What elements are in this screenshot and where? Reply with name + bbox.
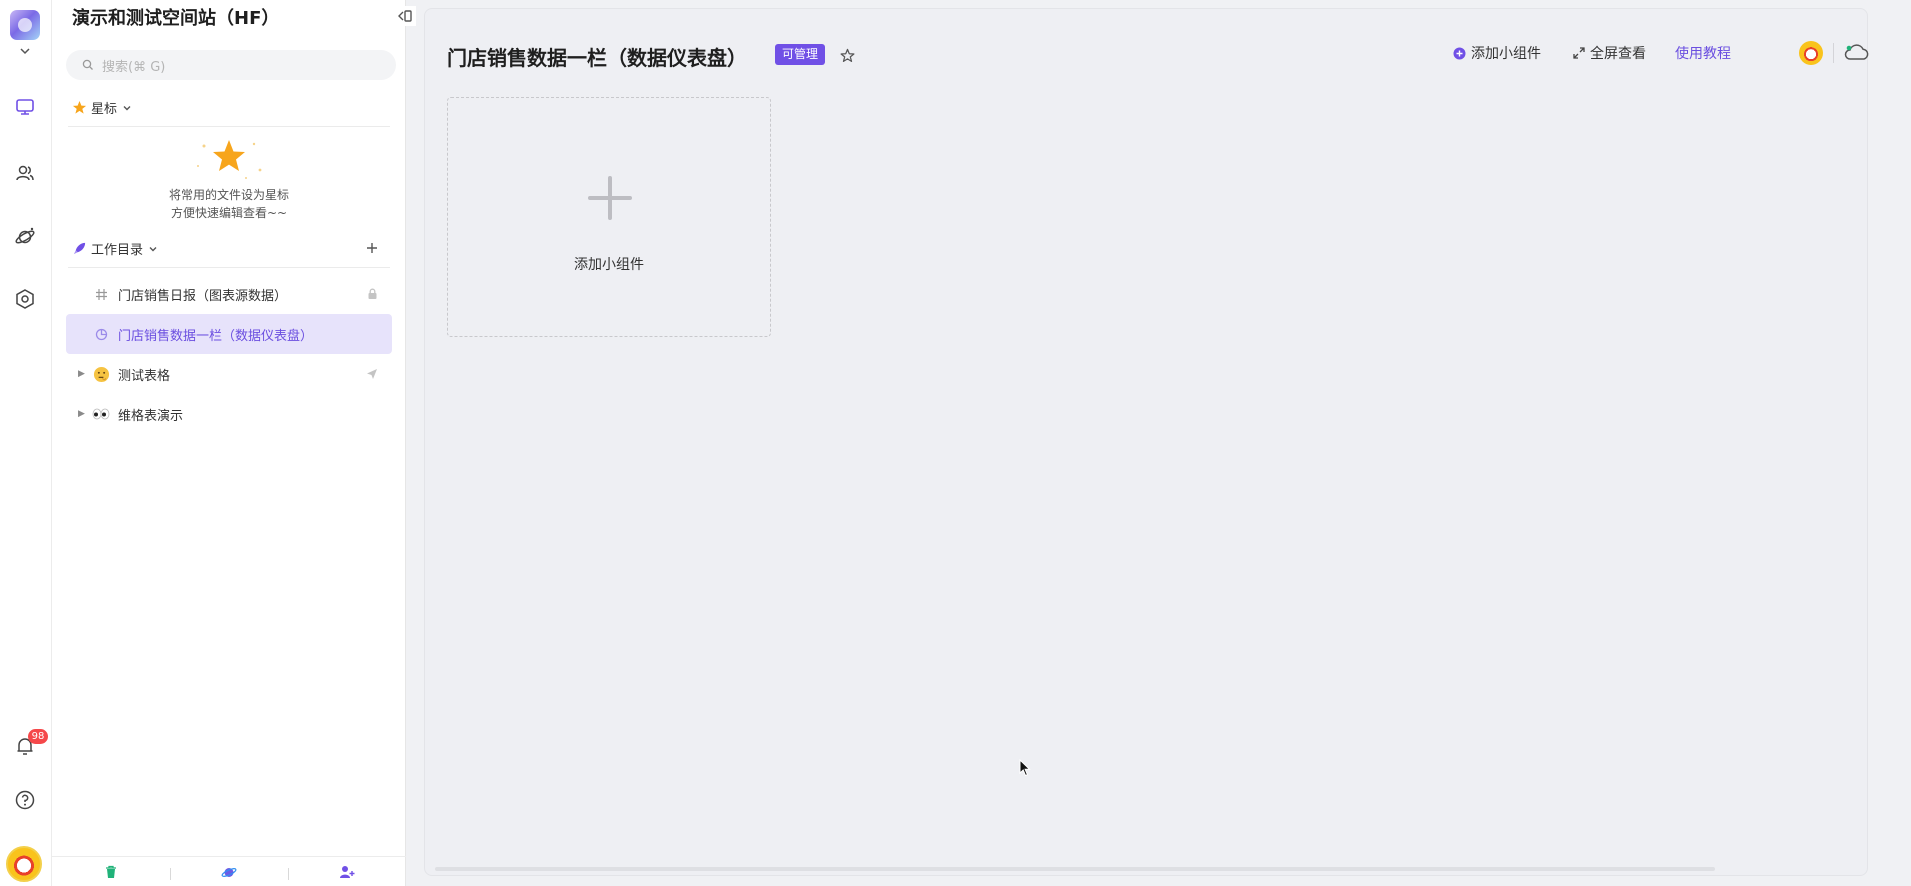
add-widget-placeholder-label: 添加小组件 — [574, 257, 644, 273]
star-filled-icon — [72, 100, 87, 114]
chevron-down-icon — [149, 246, 157, 251]
add-widget-placeholder[interactable]: 添加小组件 — [447, 97, 771, 337]
dashboard-icon — [95, 328, 107, 340]
members-icon[interactable] — [12, 160, 38, 186]
datasheet-grid-icon — [95, 288, 107, 300]
starred-label: 星标 — [91, 102, 118, 117]
tree-item-label: 门店销售日报（图表源数据） — [118, 288, 288, 304]
help-icon[interactable] — [12, 787, 38, 813]
space-title[interactable]: 演示和测试空间站（HF） — [72, 4, 279, 30]
star-illustration-icon — [197, 140, 262, 179]
trash-icon — [106, 865, 116, 878]
workbench-icon[interactable] — [12, 94, 38, 120]
plus-icon — [367, 243, 377, 253]
add-widget-button[interactable]: 添加小组件 — [1453, 42, 1541, 64]
collapse-sidebar-icon[interactable] — [394, 6, 416, 26]
divider — [68, 267, 390, 268]
starred-empty-state: 将常用的文件设为星标 方便快速编辑查看~~ — [52, 136, 406, 222]
fullscreen-button[interactable]: 全屏查看 — [1573, 42, 1646, 64]
search-input[interactable]: 搜索(⌘ G) — [66, 50, 396, 80]
lock-icon — [368, 288, 376, 299]
catalog-section-header[interactable]: 工作目录 — [72, 239, 159, 258]
divider — [68, 126, 390, 127]
settings-hexagon-icon[interactable] — [12, 286, 38, 312]
cloud-sync-icon[interactable] — [1843, 40, 1871, 64]
tree-item-label: 门店销售数据一栏（数据仪表盘） — [118, 328, 314, 344]
explore-planet-icon[interactable] — [12, 223, 38, 249]
star-toggle-button[interactable] — [837, 45, 857, 65]
tree-item-vika-demo[interactable]: ▶ 维格表演示 — [66, 394, 392, 434]
sidebar-bottom-bar — [52, 856, 406, 886]
planet-icon — [221, 867, 237, 877]
dashboard-main: 门店销售数据一栏（数据仪表盘） 可管理 添加小组件 全屏查看 使用教程 添加小组… — [424, 8, 1871, 876]
search-placeholder: 搜索(⌘ G) — [102, 59, 166, 75]
tree-item-label: 测试表格 — [118, 368, 171, 384]
starred-section-header[interactable]: 星标 — [72, 98, 133, 117]
rocket-icon — [73, 242, 86, 255]
fullscreen-label: 全屏查看 — [1590, 46, 1646, 62]
chevron-down-icon — [123, 105, 131, 110]
starred-empty-line-1: 将常用的文件设为星标 — [168, 188, 289, 202]
trash-button[interactable] — [52, 857, 170, 886]
left-rail: 98 — [0, 0, 52, 886]
share-send-icon — [367, 369, 377, 379]
search-icon — [82, 59, 93, 70]
fullscreen-icon — [1573, 47, 1585, 59]
collaborator-avatar[interactable] — [1799, 41, 1823, 65]
notification-count-badge: 98 — [28, 729, 48, 744]
mouse-cursor-icon — [1019, 759, 1031, 777]
tree-item-dashboard[interactable]: 门店销售数据一栏（数据仪表盘） — [66, 314, 392, 354]
add-widget-label: 添加小组件 — [1471, 46, 1541, 62]
invite-member-button[interactable] — [288, 857, 406, 886]
chevron-down-icon[interactable] — [16, 44, 34, 58]
page-title[interactable]: 门店销售数据一栏（数据仪表盘） — [447, 42, 747, 71]
add-user-icon — [340, 865, 355, 878]
tree-item-datasheet[interactable]: 门店销售日报（图表源数据） — [66, 274, 392, 314]
user-avatar[interactable] — [6, 846, 42, 882]
divider — [1833, 43, 1834, 63]
catalog-label: 工作目录 — [91, 243, 144, 258]
space-logo[interactable] — [10, 10, 40, 40]
eyes-emoji-icon — [92, 408, 110, 420]
expand-arrow-icon[interactable]: ▶ — [78, 409, 90, 419]
permission-badge: 可管理 — [775, 44, 826, 65]
horizontal-scrollbar[interactable] — [435, 867, 1715, 871]
star-outline-icon — [840, 48, 854, 62]
starred-empty-line-2: 方便快速编辑查看~~ — [170, 206, 288, 220]
thinking-face-emoji-icon — [93, 366, 109, 382]
catalog-sidebar: 演示和测试空间站（HF） 搜索(⌘ G) 星标 将常用的文件设为星标 方便快速编… — [52, 0, 416, 886]
add-node-button[interactable] — [362, 238, 382, 258]
tree-item-label: 维格表演示 — [118, 408, 184, 424]
expand-arrow-icon[interactable]: ▶ — [78, 369, 90, 379]
plus-icon — [588, 176, 632, 220]
tutorial-link[interactable]: 使用教程 — [1675, 42, 1731, 64]
tree-item-test-sheet[interactable]: ▶ 测试表格 — [66, 354, 392, 394]
add-circle-icon — [1453, 47, 1466, 59]
template-center-button[interactable] — [170, 857, 288, 886]
